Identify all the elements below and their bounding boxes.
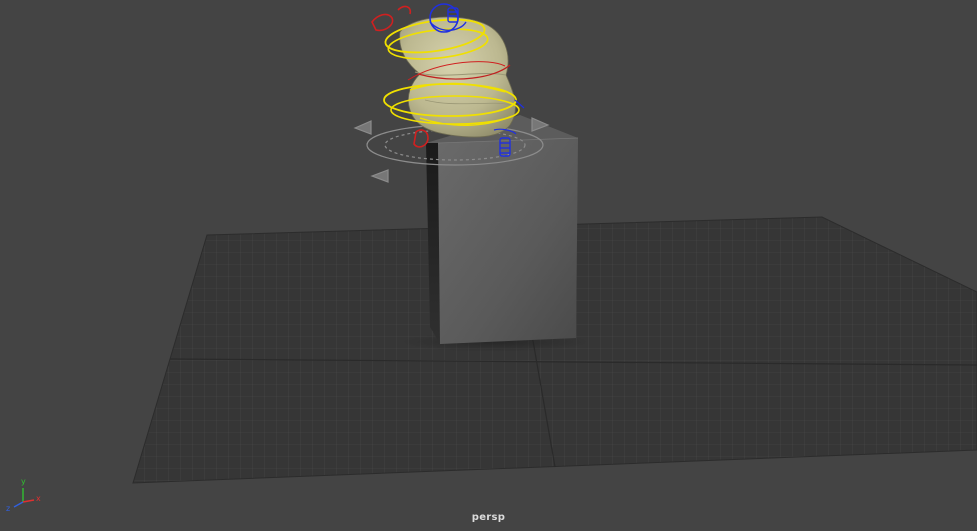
pedestal-cube[interactable] [426,115,579,344]
axis-x-label: x [36,494,41,503]
axis-gizmo [13,488,35,508]
manipulator-arrow-front[interactable] [370,169,389,183]
scene-canvas[interactable] [0,0,977,531]
axis-x-line [22,499,35,503]
red-foot-control[interactable] [413,129,429,148]
axis-z-line [13,501,24,508]
camera-name-label: persp [471,512,506,523]
manipulator-arrow-left[interactable] [353,120,372,135]
axis-y-label: y [21,477,26,486]
red-hand-control-top[interactable] [371,13,394,32]
sack-character[interactable] [399,16,516,138]
3d-viewport[interactable]: y x z persp [0,0,977,531]
